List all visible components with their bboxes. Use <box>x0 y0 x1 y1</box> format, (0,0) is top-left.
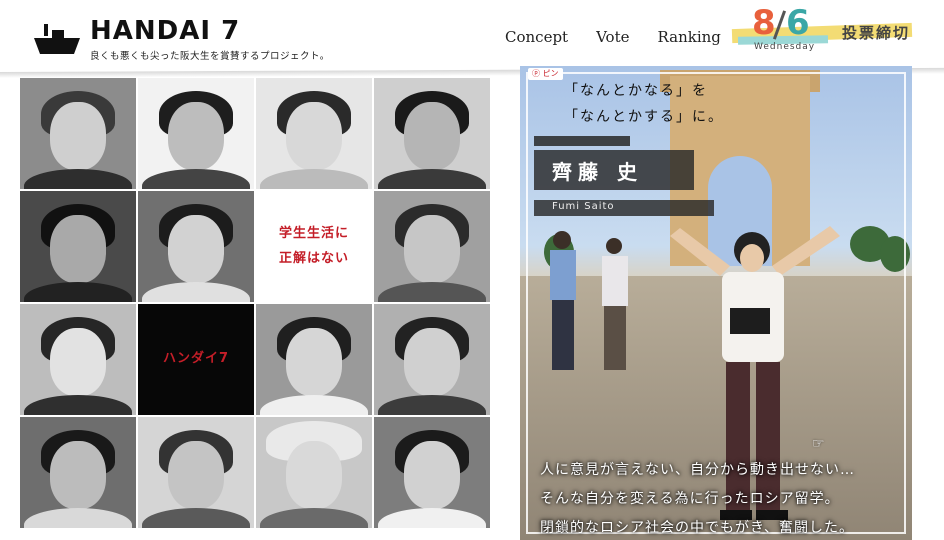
pin-label: ピン <box>542 69 559 78</box>
photo-face <box>404 101 460 170</box>
photo-body <box>378 169 486 189</box>
candidate-photo[interactable] <box>138 191 254 302</box>
photo-face <box>168 101 224 170</box>
photo-face <box>404 440 460 509</box>
site-header: HANDAI 7 良くも悪くも尖った阪大生を賞賛するプロジェクト。 Concep… <box>0 0 944 72</box>
tagline-copy: 学生生活に 正解はない <box>279 222 349 271</box>
photo-body <box>260 508 368 528</box>
hand-cursor-icon: ☞ <box>812 436 825 452</box>
deadline-label: 投票締切 <box>842 24 911 42</box>
nav-vote[interactable]: Vote <box>596 28 629 46</box>
candidate-photo[interactable] <box>138 417 254 528</box>
photo-face <box>286 440 342 509</box>
logo-tile[interactable]: ハンダイ7 <box>138 304 254 415</box>
photo-face <box>168 440 224 509</box>
photo-body <box>142 282 250 302</box>
tagline-line-1: 学生生活に <box>278 225 349 241</box>
candidate-photo[interactable] <box>374 78 490 189</box>
photo-face <box>286 101 342 170</box>
candidate-photo[interactable] <box>374 191 490 302</box>
brand-title: HANDAI 7 <box>90 16 241 46</box>
candidate-story: 人に意見が言えない、自分から動き出せない… そんな自分を変える為に行ったロシア留… <box>540 456 855 540</box>
deadline-day: 6 <box>786 3 810 43</box>
candidate-photo[interactable] <box>256 417 372 528</box>
photo-body <box>24 395 132 415</box>
name-accent-bar <box>534 136 630 146</box>
tree <box>880 236 910 272</box>
candidate-grid: 学生生活に 正解はない ハンダイ7 <box>20 78 492 532</box>
story-line-1: 人に意見が言えない、自分から動き出せない… <box>540 462 855 478</box>
nav-ranking[interactable]: Ranking <box>657 28 720 46</box>
photo-face <box>404 214 460 283</box>
photo-face <box>50 214 106 283</box>
pinterest-icon: ⓟ <box>532 69 540 78</box>
photo-body <box>24 282 132 302</box>
candidate-photo[interactable] <box>256 78 372 189</box>
vote-deadline-badge: 8 6 Wednesday 投票締切 <box>731 3 922 56</box>
ship-icon <box>34 24 80 54</box>
quote-line-2: 「なんとかする」に。 <box>564 109 724 125</box>
photo-body <box>24 169 132 189</box>
candidate-photo[interactable] <box>20 304 136 415</box>
photo-body <box>378 282 486 302</box>
candidate-photo[interactable] <box>20 417 136 528</box>
photo-body <box>260 169 368 189</box>
featured-candidate[interactable]: ⓟ ピン 「なんとかなる」を 「なんとかする」に。 齊藤 史 Fumi Sait… <box>520 66 912 540</box>
deadline-month: 8 <box>752 3 776 43</box>
photo-body <box>24 508 132 528</box>
candidate-photo[interactable] <box>138 78 254 189</box>
candidate-photo[interactable] <box>374 417 490 528</box>
bystanders-figure <box>550 231 628 370</box>
candidate-photo[interactable] <box>374 304 490 415</box>
candidate-photo[interactable] <box>256 304 372 415</box>
photo-face <box>168 214 224 283</box>
photo-face <box>50 440 106 509</box>
photo-body <box>378 395 486 415</box>
story-line-2: そんな自分を変える為に行ったロシア留学。 <box>540 491 840 507</box>
story-line-3: 閉鎖的なロシア社会の中でもがき、奮闘した。 <box>540 520 855 536</box>
tagline-line-2: 正解はない <box>278 250 349 266</box>
tagline-tile[interactable]: 学生生活に 正解はない <box>256 191 372 302</box>
logo-tile-text: ハンダイ7 <box>162 351 230 367</box>
deadline-weekday: Wednesday <box>754 42 816 52</box>
feature-quote: 「なんとかなる」を 「なんとかする」に。 <box>564 78 724 130</box>
photo-face <box>50 101 106 170</box>
photo-body <box>142 508 250 528</box>
photo-body <box>142 169 250 189</box>
quote-line-1: 「なんとかなる」を <box>564 83 708 99</box>
photo-face <box>50 327 106 396</box>
photo-face <box>286 327 342 396</box>
candidate-name: 齊藤 史 <box>534 150 694 190</box>
candidate-name-roman: Fumi Saito <box>534 200 714 216</box>
candidate-photo[interactable] <box>20 78 136 189</box>
pin-button[interactable]: ⓟ ピン <box>528 68 563 80</box>
photo-face <box>404 327 460 396</box>
photo-body <box>260 395 368 415</box>
photo-body <box>378 508 486 528</box>
main-nav: Concept Vote Ranking <box>505 28 721 46</box>
nav-concept[interactable]: Concept <box>505 28 568 46</box>
candidate-photo[interactable] <box>20 191 136 302</box>
brand-tagline: 良くも悪くも尖った阪大生を賞賛するプロジェクト。 <box>90 51 330 62</box>
